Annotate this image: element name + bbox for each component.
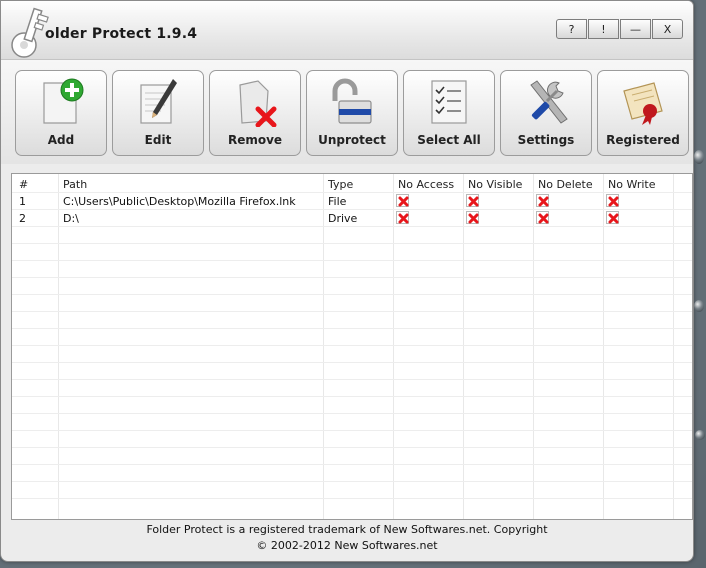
row-divider [12,243,692,244]
add-button[interactable]: Add [15,70,107,156]
column-header-path[interactable]: Path [63,178,87,191]
row-type: Drive [328,212,358,225]
row-divider [12,379,692,380]
info-button[interactable]: ! [588,19,619,39]
row-divider [12,277,692,278]
no-delete-checkbox[interactable] [536,194,549,207]
close-button[interactable]: X [652,19,683,39]
footer-line-1: Folder Protect is a registered trademark… [146,523,548,536]
edit-pen-icon [140,79,177,124]
app-title: older Protect 1.9.4 [45,26,198,42]
row-divider [12,413,692,414]
red-x-icon [398,196,409,207]
row-number: 1 [19,195,26,208]
row-path: D:\ [63,212,79,225]
row-divider [12,226,692,227]
add-file-icon [43,78,84,124]
footer-line-2: © 2002-2012 New Softwares.net [256,539,438,552]
row-divider [12,192,692,193]
minimize-button[interactable]: — [620,19,651,39]
row-divider [12,430,692,431]
row-type: File [328,195,347,208]
no-access-checkbox[interactable] [396,211,409,224]
red-x-icon [398,213,409,224]
red-x-icon [468,196,479,207]
column-header-no-access[interactable]: No Access [398,178,454,191]
column-header-no-visible[interactable]: No Visible [468,178,522,191]
red-x-icon [538,196,549,207]
no-write-checkbox[interactable] [606,194,619,207]
toolbar: Add Edit Remove Unprotect Select All Set… [1,60,693,164]
window-controls: ? ! — X [555,19,683,39]
row-divider [12,260,692,261]
remove-file-icon [239,80,277,127]
select-all-button[interactable]: Select All [403,70,495,156]
row-divider [12,498,692,499]
registered-button[interactable]: Registered [597,70,689,156]
edit-button[interactable]: Edit [112,70,204,156]
red-x-icon [608,196,619,207]
settings-button-label: Settings [517,133,575,147]
row-divider [12,294,692,295]
select-all-button-label: Select All [417,133,481,147]
tools-icon [530,80,568,124]
column-header-num[interactable]: # [19,178,28,191]
row-divider [12,345,692,346]
no-write-checkbox[interactable] [606,211,619,224]
row-number: 2 [19,212,26,225]
no-visible-checkbox[interactable] [466,194,479,207]
column-header-no-write[interactable]: No Write [608,178,656,191]
edit-button-label: Edit [144,133,172,147]
unlock-icon [332,78,372,124]
registered-button-label: Registered [606,133,680,147]
column-header-type[interactable]: Type [328,178,353,191]
protected-items-table[interactable]: # Path Type No Access No Visible No Dele… [11,173,693,520]
unprotect-button[interactable]: Unprotect [306,70,398,156]
column-header-no-delete[interactable]: No Delete [538,178,593,191]
row-divider [12,362,692,363]
row-divider [12,396,692,397]
row-divider [12,481,692,482]
row-divider [12,464,692,465]
unprotect-button-label: Unprotect [318,133,386,147]
red-x-icon [538,213,549,224]
row-divider [12,328,692,329]
help-button[interactable]: ? [556,19,587,39]
row-divider [12,209,692,210]
remove-button-label: Remove [227,133,283,147]
no-access-checkbox[interactable] [396,194,409,207]
footer-copyright: Folder Protect is a registered trademark… [1,519,693,561]
no-visible-checkbox[interactable] [466,211,479,224]
row-path: C:\Users\Public\Desktop\Mozilla Firefox.… [63,195,296,208]
certificate-scroll-icon [623,82,663,125]
row-divider [12,311,692,312]
checklist-icon [431,80,467,124]
app-window: older Protect 1.9.4 ? ! — X Add Edit Rem… [0,0,694,562]
add-button-label: Add [47,133,75,147]
remove-button[interactable]: Remove [209,70,301,156]
row-divider [12,447,692,448]
red-x-icon [608,213,619,224]
settings-button[interactable]: Settings [500,70,592,156]
red-x-icon [468,213,479,224]
no-delete-checkbox[interactable] [536,211,549,224]
title-bar[interactable]: older Protect 1.9.4 ? ! — X [1,1,693,60]
